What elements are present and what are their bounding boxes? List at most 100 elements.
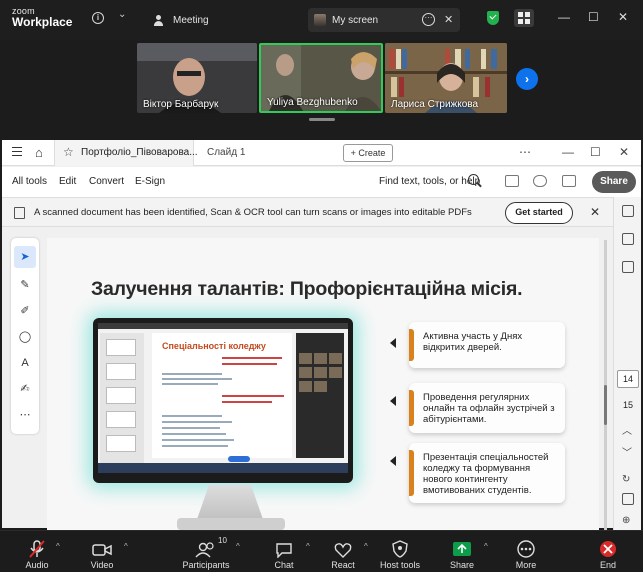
close-icon[interactable]: ✕ <box>444 13 453 26</box>
taskbar <box>98 463 348 473</box>
scroll-thumb[interactable] <box>604 385 607 425</box>
chat-button[interactable]: Chat <box>254 535 314 571</box>
slide-title: Залучення талантів: Профорієнтаційна міс… <box>91 278 523 300</box>
react-options-caret[interactable]: ^ <box>364 542 368 551</box>
pointer-triangle <box>390 338 396 348</box>
page-up-icon[interactable]: ︿ <box>622 422 632 437</box>
host-tools-label: Host tools <box>379 560 421 570</box>
security-shield-icon[interactable] <box>487 11 499 25</box>
participants-icon <box>195 542 214 558</box>
info-card: Активна участь у Днях відкритих дверей. <box>409 322 565 368</box>
comments-panel-icon[interactable] <box>622 205 634 217</box>
page-down-icon[interactable]: ﹀ <box>622 444 632 459</box>
more-icon[interactable]: ⋯ <box>519 145 531 159</box>
zoom-logo: zoom Workplace <box>12 6 72 28</box>
minimize-icon[interactable]: — <box>562 145 574 159</box>
tab-my-screen[interactable]: My screen ··· ✕ <box>308 8 460 32</box>
participant-video-active[interactable]: Yuliya Bezghubenko <box>259 43 383 113</box>
tab-slide-1[interactable]: Слайд 1 <box>207 147 245 158</box>
find-text-field[interactable]: Find text, tools, or help <box>379 176 480 187</box>
maximize-icon[interactable]: ☐ <box>590 145 601 159</box>
share-options-caret[interactable]: ^ <box>484 542 488 551</box>
current-page-field[interactable]: 14 <box>617 370 639 388</box>
close-banner-icon[interactable]: ✕ <box>590 205 600 219</box>
end-meeting-button[interactable]: End <box>578 535 638 571</box>
monitor-screen: Спеціальності коледжу <box>98 323 348 473</box>
document-tab[interactable]: ☆ Портфоліо_Півоварова... <box>54 140 198 166</box>
menu-edit[interactable]: Edit <box>59 176 76 187</box>
participants-button[interactable]: 10 Participants <box>176 535 236 571</box>
save-icon[interactable] <box>505 175 519 187</box>
info-icon[interactable]: i <box>92 12 104 24</box>
maximize-icon[interactable]: ☐ <box>588 10 599 24</box>
pages-icon[interactable] <box>622 261 634 273</box>
tab-my-screen-label: My screen <box>332 14 379 26</box>
share-button[interactable]: Share <box>592 171 636 193</box>
screen-top-bar <box>98 323 348 329</box>
highlight-pen-icon[interactable]: ✐ <box>14 300 36 322</box>
text-box-icon[interactable]: A <box>14 352 36 374</box>
card-text: Проведення регулярних онлайн та офлайн з… <box>423 392 555 425</box>
upload-cloud-icon[interactable] <box>533 175 547 187</box>
card-text: Презентація спеціальностей коледжу та фо… <box>423 452 549 496</box>
strip-scroll-handle[interactable] <box>309 118 335 121</box>
banner-text: A scanned document has been identified, … <box>34 207 472 218</box>
draw-lasso-icon[interactable]: ◯ <box>14 326 36 348</box>
more-button[interactable]: More <box>496 535 556 571</box>
window-close-icon[interactable]: ✕ <box>618 10 628 24</box>
right-panel: 14 15 ︿ ﹀ ↻ ⊕ <box>613 197 641 532</box>
audio-button[interactable]: Audio <box>7 535 67 571</box>
screen-thumbnail-icon <box>314 14 326 26</box>
share-screen-icon <box>453 542 471 556</box>
more-tools-icon[interactable]: ⋯ <box>14 404 36 426</box>
react-label: React <box>331 560 355 570</box>
menu-all-tools[interactable]: All tools <box>12 176 47 187</box>
print-icon[interactable] <box>562 175 576 187</box>
star-icon[interactable]: ☆ <box>63 145 74 159</box>
next-page-arrow-icon[interactable]: › <box>516 68 538 90</box>
participant-video[interactable]: Лариса Стрижкова <box>385 43 507 113</box>
bookmark-icon[interactable] <box>622 233 634 245</box>
gallery-view-icon[interactable] <box>514 9 534 27</box>
comment-icon[interactable]: ✎ <box>14 274 36 296</box>
refresh-icon[interactable]: ↻ <box>622 474 630 485</box>
slide-page: Залучення талантів: Профорієнтаційна міс… <box>47 238 599 530</box>
video-button[interactable]: Video <box>72 535 132 571</box>
create-button[interactable]: + Create <box>343 144 393 162</box>
close-icon[interactable]: ✕ <box>619 145 629 159</box>
share-screen-button[interactable]: Share <box>432 535 492 571</box>
page-view-icon[interactable] <box>622 493 634 505</box>
menu-convert[interactable]: Convert <box>89 176 124 187</box>
monitor-image: Спеціальності коледжу <box>93 318 353 483</box>
menu-e-sign[interactable]: E-Sign <box>135 176 165 187</box>
tab-meeting-label: Meeting <box>173 14 209 26</box>
document-scrollbar[interactable] <box>604 240 607 530</box>
chevron-down-icon[interactable]: ⌄ <box>118 9 126 20</box>
slide-thumbnails <box>100 333 144 463</box>
chat-options-caret[interactable]: ^ <box>306 542 310 551</box>
video-options-caret[interactable]: ^ <box>124 542 128 551</box>
participants-options-caret[interactable]: ^ <box>236 542 240 551</box>
tab-meeting[interactable]: Meeting <box>152 8 209 32</box>
audio-options-caret[interactable]: ^ <box>56 542 60 551</box>
more-options-icon[interactable]: ··· <box>422 13 435 26</box>
participant-video[interactable]: Віктор Барбарук <box>137 43 257 113</box>
end-label: End <box>599 560 616 570</box>
react-button[interactable]: React <box>313 535 373 571</box>
zoom-in-icon[interactable]: ⊕ <box>622 515 630 526</box>
next-page-number[interactable]: 15 <box>614 400 642 410</box>
scan-document-icon <box>14 207 25 219</box>
search-icon[interactable] <box>468 174 479 185</box>
get-started-button[interactable]: Get started <box>505 202 573 224</box>
home-icon[interactable]: ⌂ <box>35 145 43 160</box>
audio-label: Audio <box>25 560 49 570</box>
screen: { "zoom": { "brand_line1": "zoom", "bran… <box>0 0 643 572</box>
participant-name: Yuliya Bezghubenko <box>267 97 358 108</box>
sign-icon[interactable]: ✍ <box>14 378 36 400</box>
pointer-triangle <box>390 456 396 466</box>
select-cursor-icon[interactable]: ➤ <box>14 246 36 268</box>
hamburger-menu-icon[interactable] <box>12 147 22 156</box>
minimize-icon[interactable]: — <box>558 10 570 24</box>
host-tools-button[interactable]: Host tools <box>370 535 430 571</box>
shared-screen: ⌂ ☆ Портфоліо_Півоварова... Слайд 1 + Cr… <box>0 138 643 532</box>
